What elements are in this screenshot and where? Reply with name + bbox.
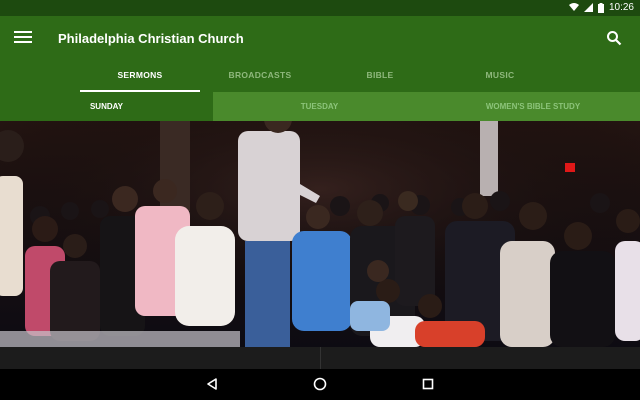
back-icon[interactable] — [205, 377, 219, 391]
subtab-womens-bible-study[interactable]: WOMEN'S BIBLE STUDY — [426, 92, 640, 121]
subtab-sunday[interactable]: SUNDAY — [0, 92, 213, 121]
tab-bible[interactable]: BIBLE — [320, 60, 440, 92]
congregation-photo — [0, 121, 640, 347]
tab-music[interactable]: MUSIC — [440, 60, 560, 92]
signal-icon — [583, 3, 593, 12]
search-icon[interactable] — [606, 30, 622, 46]
subtab-tuesday[interactable]: TUESDAY — [213, 92, 426, 121]
recents-icon[interactable] — [421, 377, 435, 391]
home-icon[interactable] — [313, 377, 327, 391]
wifi-icon — [568, 3, 579, 11]
strip-divider — [320, 347, 321, 369]
status-bar: 10:26 — [0, 0, 640, 16]
tab-broadcasts[interactable]: BROADCASTS — [200, 60, 320, 92]
app-bar: Philadelphia Christian Church — [0, 16, 640, 60]
status-time: 10:26 — [608, 2, 634, 13]
sub-tabs: SUNDAY TUESDAY WOMEN'S BIBLE STUDY — [0, 92, 640, 121]
battery-icon — [597, 2, 604, 13]
status-icons: 10:26 — [568, 2, 634, 13]
tab-sermons[interactable]: SERMONS — [80, 60, 200, 92]
menu-icon[interactable] — [14, 29, 32, 47]
system-nav-bar — [0, 369, 640, 400]
main-tabs: SERMONS BROADCASTS BIBLE MUSIC — [0, 60, 640, 92]
content-strip — [0, 347, 640, 369]
app-title: Philadelphia Christian Church — [58, 31, 244, 46]
sermon-hero-image[interactable] — [0, 121, 640, 347]
